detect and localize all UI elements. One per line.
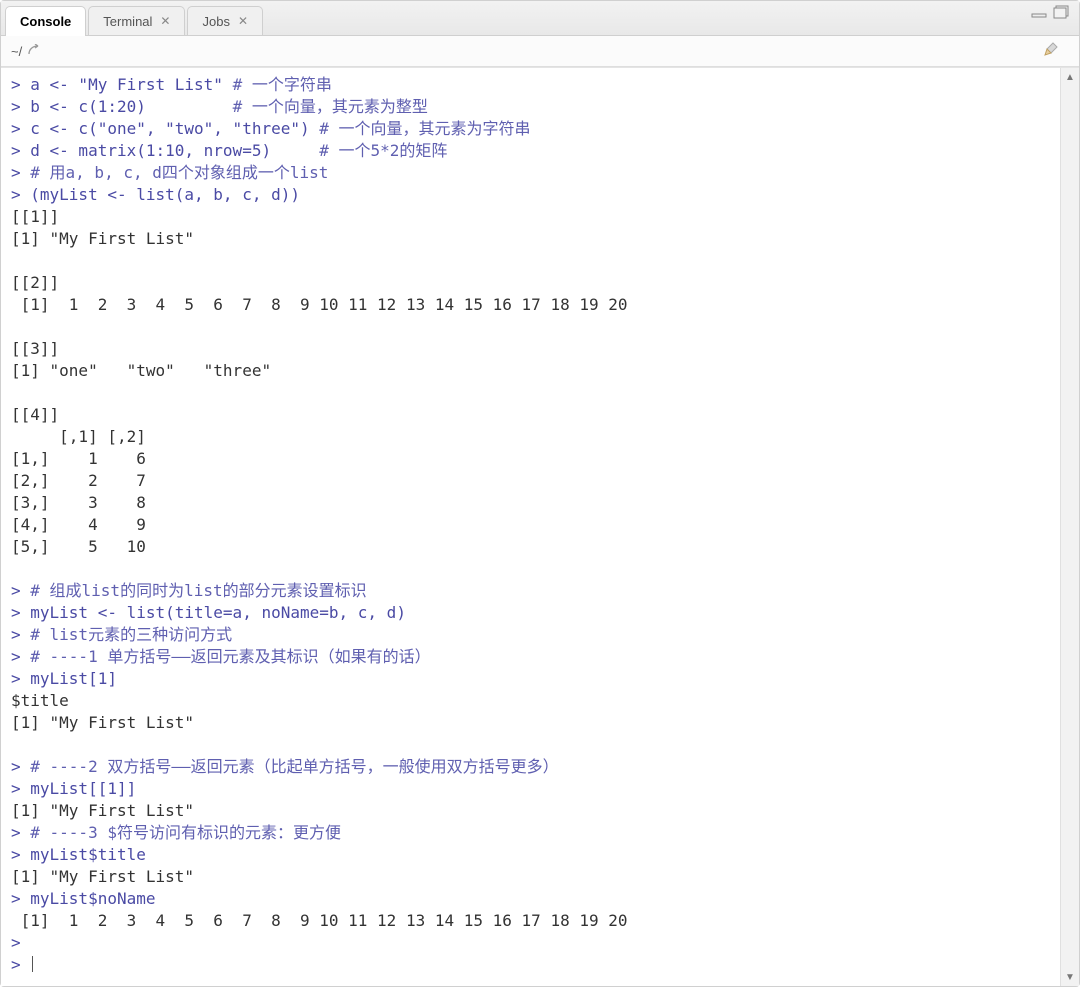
- tab-jobs-label: Jobs: [202, 14, 229, 29]
- tab-terminal[interactable]: Terminal ✕: [88, 6, 185, 35]
- scroll-down-icon[interactable]: ▼: [1061, 968, 1079, 986]
- scroll-up-icon[interactable]: ▲: [1061, 68, 1079, 86]
- tab-terminal-label: Terminal: [103, 14, 152, 29]
- close-icon[interactable]: ✕: [238, 14, 248, 28]
- working-directory-label: ~/: [11, 44, 22, 59]
- console-output[interactable]: > a <- "My First List" # 一个字符串 > b <- c(…: [11, 74, 1050, 976]
- close-icon[interactable]: ✕: [160, 14, 170, 28]
- tab-jobs[interactable]: Jobs ✕: [187, 6, 263, 35]
- minimize-pane-icon[interactable]: [1031, 5, 1049, 19]
- wd-arrow-icon[interactable]: [28, 44, 42, 59]
- console-body-wrap: > a <- "My First List" # 一个字符串 > b <- c(…: [1, 67, 1079, 986]
- console-body[interactable]: > a <- "My First List" # 一个字符串 > b <- c(…: [1, 68, 1060, 986]
- console-scrollbar[interactable]: ▲ ▼: [1060, 68, 1079, 986]
- console-pane: Console Terminal ✕ Jobs ✕ ~/: [0, 0, 1080, 987]
- working-directory[interactable]: ~/: [11, 44, 42, 59]
- console-toolbar: ~/: [1, 36, 1079, 67]
- tab-strip: Console Terminal ✕ Jobs ✕: [1, 1, 1079, 36]
- maximize-pane-icon[interactable]: [1053, 5, 1071, 19]
- clear-console-icon[interactable]: [1043, 41, 1065, 62]
- tab-console[interactable]: Console: [5, 6, 86, 36]
- tab-console-label: Console: [20, 14, 71, 29]
- pane-window-controls: [1031, 5, 1071, 19]
